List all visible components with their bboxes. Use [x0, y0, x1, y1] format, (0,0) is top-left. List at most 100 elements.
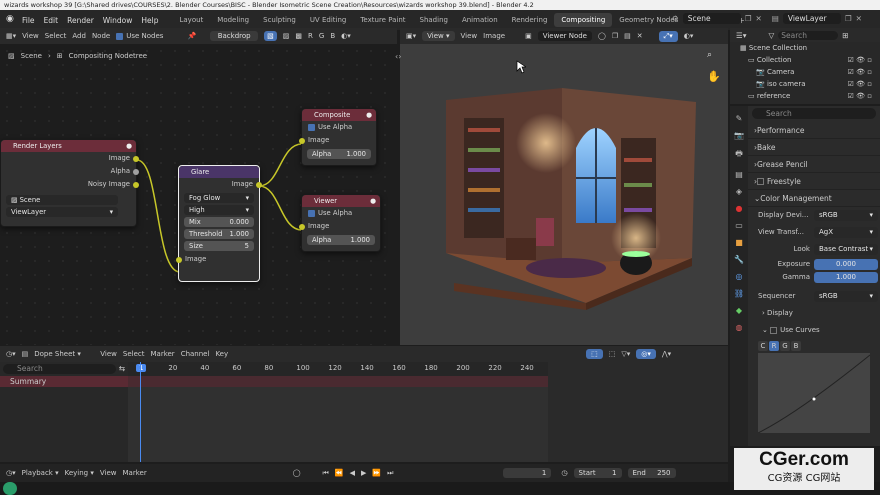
outliner-type-icon[interactable]: ☰▾	[736, 31, 747, 40]
workspace-tab-layout[interactable]: Layout	[172, 13, 210, 27]
workspace-tab-modeling[interactable]: Modeling	[210, 13, 256, 27]
render-layers-node[interactable]: Render Layers ● Image Alpha Noisy Image ▨…	[0, 139, 139, 227]
view-layer-selector[interactable]: ViewLayer	[782, 13, 841, 24]
node-menu-add[interactable]: Add	[72, 32, 86, 40]
dope-menu-channel[interactable]: Channel	[181, 350, 210, 358]
tool-tab-icon[interactable]: ✎	[736, 114, 743, 123]
outliner-item[interactable]: ▭ Collection ☑ 👁 ▫	[740, 54, 880, 66]
data-tab-icon[interactable]: ◆	[736, 306, 742, 315]
jump-key-back-icon[interactable]: ⏪	[335, 469, 344, 477]
socket-viewer-in[interactable]	[299, 223, 305, 230]
socket-glare-out[interactable]	[256, 181, 262, 188]
scene-icon[interactable]: ⚙	[672, 14, 679, 23]
gamma-field[interactable]: 1.000	[814, 272, 878, 283]
unlink-image-icon[interactable]: ✕	[637, 32, 643, 40]
node-menu-node[interactable]: Node	[92, 32, 110, 40]
object-tab-icon[interactable]: ■	[735, 238, 743, 247]
visibility-toggles-icon[interactable]: ☑ 👁 ▫	[848, 78, 872, 90]
dope-menu-marker[interactable]: Marker	[150, 350, 174, 358]
dope-sheet-mode-icon[interactable]: ▤	[22, 350, 29, 358]
fake-user-icon[interactable]: ◯	[598, 32, 606, 40]
socket-alpha-out[interactable]	[133, 168, 139, 175]
play-reverse-icon[interactable]: ◀	[350, 469, 355, 477]
node-menu-select[interactable]: Select	[45, 32, 67, 40]
open-image-icon[interactable]: ▤	[624, 32, 631, 40]
curve-widget[interactable]	[757, 353, 871, 434]
material-tab-icon[interactable]: ◍	[736, 323, 743, 332]
glare-type-dropdown[interactable]: Fog Glow ▾	[184, 193, 254, 203]
region-toggle-icon[interactable]: ‹›	[395, 52, 401, 61]
glare-size-field[interactable]: Size 5	[184, 241, 254, 251]
timeline-view-menu[interactable]: View	[100, 469, 117, 477]
filter-icon[interactable]: ▽▾	[621, 350, 630, 358]
workspace-tab-sculpting[interactable]: Sculpting	[256, 13, 303, 27]
swap-icon[interactable]: ⇆	[119, 364, 125, 374]
composite-use-alpha-checkbox[interactable]	[308, 123, 315, 131]
copy-view-layer-icon[interactable]: ❐	[845, 14, 852, 23]
outliner-item[interactable]: ▭ reference ☑ 👁 ▫	[740, 90, 880, 102]
panel-freestyle[interactable]: › Freestyle	[748, 173, 880, 190]
overlay-image-icon[interactable]: ◐▾	[684, 32, 694, 40]
channel-b[interactable]: B	[330, 32, 335, 40]
use-nodes-toggle[interactable]: Use Nodes	[116, 32, 163, 40]
image-name-field[interactable]: Viewer Node	[537, 31, 592, 41]
socket-noisy-out[interactable]	[133, 181, 139, 188]
output-tab-icon[interactable]: 🖶	[735, 148, 743, 162]
interp-icon[interactable]: ⋀▾	[662, 350, 671, 358]
menu-edit[interactable]: Edit	[44, 16, 59, 25]
editor-type-icon[interactable]: ▦▾	[6, 32, 16, 40]
workspace-tab-texture-paint[interactable]: Texture Paint	[353, 13, 412, 27]
composite-use-alpha[interactable]: Use Alpha	[302, 121, 376, 134]
socket-image-out[interactable]	[133, 155, 139, 162]
menu-help[interactable]: Help	[141, 16, 158, 25]
summary-channel[interactable]: Summary	[0, 376, 128, 387]
scene-tab-icon[interactable]: ◈	[736, 187, 742, 196]
render-layers-scene-field[interactable]: ▨ Scene	[6, 195, 118, 205]
backdrop-mode-2-icon[interactable]: ▨	[283, 32, 290, 40]
workspace-tab-uv-editing[interactable]: UV Editing	[303, 13, 354, 27]
proportional-icon[interactable]: ◎▾	[636, 349, 656, 359]
start-frame-field[interactable]: Start 1	[573, 468, 622, 478]
socket-composite-in[interactable]	[299, 137, 305, 144]
curve-channel-c[interactable]: C	[758, 341, 768, 351]
outliner-search[interactable]: Search	[778, 30, 839, 40]
hand-pan-icon[interactable]: ✋	[707, 70, 721, 83]
new-image-icon[interactable]: ❐	[612, 32, 618, 40]
curve-channel-r[interactable]: R	[769, 341, 779, 351]
timeline-marker-menu[interactable]: Marker	[123, 469, 147, 477]
sequencer-dropdown[interactable]: sRGB ▾	[814, 291, 878, 302]
constraint-tab-icon[interactable]: ⛓	[734, 289, 744, 298]
jump-end-icon[interactable]: ⏭	[387, 469, 393, 478]
backdrop-mode-icon[interactable]: ▧	[264, 31, 277, 41]
view-layer-icon[interactable]: ▤	[772, 14, 779, 23]
glare-mix-field[interactable]: Mix 0.000	[184, 217, 254, 227]
use-nodes-checkbox[interactable]	[116, 32, 124, 40]
backdrop-button[interactable]: Backdrop	[210, 31, 259, 41]
play-icon[interactable]: ▶	[361, 469, 366, 477]
timeline-type-icon[interactable]: ◷▾	[6, 469, 16, 477]
use-curves-subpanel[interactable]: ⌄ Use Curves	[758, 322, 880, 339]
panel-performance[interactable]: › Performance	[748, 122, 880, 139]
workspace-tab-compositing[interactable]: Compositing	[554, 13, 613, 27]
outliner[interactable]: ☰▾ ▽ Search ⊞ ▦ Scene Collection ▭ Collec…	[730, 28, 880, 104]
viewer-use-alpha[interactable]: Use Alpha	[302, 207, 380, 220]
view-layer-tab-icon[interactable]: ▤	[735, 170, 743, 179]
render-layers-viewlayer-field[interactable]: ViewLayer ▾	[6, 207, 118, 217]
image-editor-view-dropdown[interactable]: View ▾	[422, 31, 455, 41]
panel-bake[interactable]: › Bake	[748, 139, 880, 156]
image-menu-image[interactable]: Image	[483, 32, 505, 40]
use-curves-checkbox[interactable]	[770, 327, 778, 334]
pin-icon[interactable]: 📌	[187, 32, 196, 40]
scene-selector[interactable]: Scene	[682, 13, 741, 24]
workspace-tab-rendering[interactable]: Rendering	[505, 13, 555, 27]
copy-scene-icon[interactable]: ❐	[745, 14, 752, 23]
current-frame-field[interactable]: 1	[503, 468, 552, 478]
curve-channel-g[interactable]: G	[780, 341, 790, 351]
look-dropdown[interactable]: Base Contrast ▾	[814, 244, 878, 255]
playhead[interactable]	[140, 362, 141, 462]
auto-key-icon[interactable]: ◯	[293, 469, 301, 477]
viewer-header[interactable]: Viewer ●	[302, 195, 380, 207]
gizmo-icon[interactable]: ⤢▾	[658, 30, 678, 42]
node-menu-view[interactable]: View	[22, 32, 39, 40]
end-frame-field[interactable]: End 250	[627, 468, 676, 478]
